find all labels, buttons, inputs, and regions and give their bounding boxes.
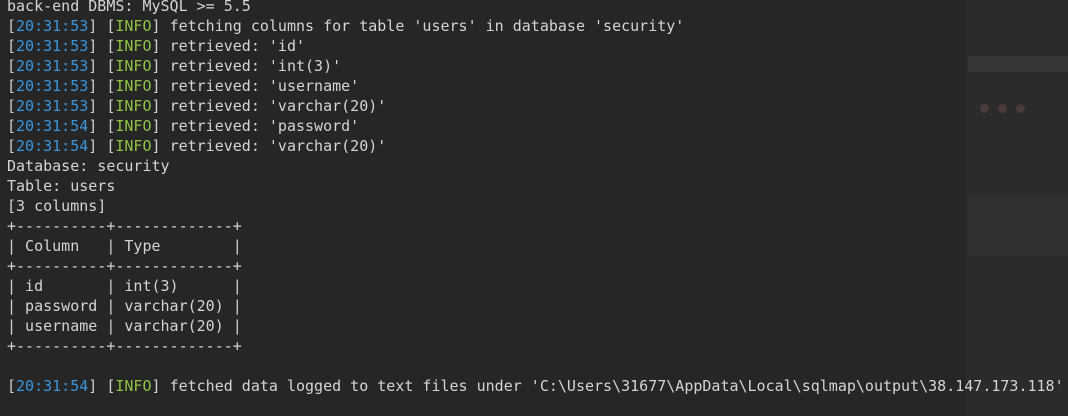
bracket: ] [88, 37, 107, 55]
bracket: [ [7, 37, 17, 55]
log-level: INFO [115, 17, 152, 35]
timestamp: 20:31:54 [16, 377, 89, 395]
bracket: ] [88, 77, 107, 95]
log-message: fetching columns for table 'users' in da… [169, 17, 685, 35]
bracket: [ [7, 77, 17, 95]
bracket: [ [7, 97, 17, 115]
log-line: [20:31:53] [INFO] retrieved: 'username' [7, 76, 1064, 96]
timestamp: 20:31:54 [16, 137, 89, 155]
log-level: INFO [115, 77, 152, 95]
terminal-output[interactable]: back-end DBMS: MySQL >= 5.5 [20:31:53] [ I… [7, 0, 1064, 396]
log-message: retrieved: 'varchar(20)' [169, 97, 387, 115]
bracket: ] [151, 137, 170, 155]
log-level: INFO [115, 37, 152, 55]
output-line: back-end DBMS: MySQL >= 5.5 [7, 0, 251, 15]
bracket: [ [7, 377, 17, 395]
output-line: +----------+-------------+ [7, 337, 242, 355]
log-line: [20:31:54] [INFO] retrieved: 'varchar(20… [7, 136, 1064, 156]
bracket: [ [7, 117, 17, 135]
bracket: ] [151, 17, 170, 35]
log-message: retrieved: 'int(3)' [169, 57, 342, 75]
bracket: ] [151, 117, 170, 135]
bracket: ] [151, 97, 170, 115]
log-level: INFO [115, 377, 152, 395]
bracket: [ [7, 137, 17, 155]
bracket: ] [151, 77, 170, 95]
log-message: fetched data logged to text files under … [169, 377, 1064, 395]
log-line: [20:31:53] [INFO] retrieved: 'int(3)' [7, 56, 1064, 76]
bracket: ] [88, 57, 107, 75]
bracket: ] [88, 377, 107, 395]
log-message: retrieved: 'id' [169, 37, 306, 55]
output-line: | id | int(3) | [7, 277, 242, 295]
timestamp: 20:31:53 [16, 37, 89, 55]
timestamp: 20:31:54 [16, 117, 89, 135]
timestamp: 20:31:53 [16, 57, 89, 75]
output-line: +----------+-------------+ [7, 217, 242, 235]
log-level: INFO [115, 97, 152, 115]
output-line: | username | varchar(20) | [7, 317, 242, 335]
bracket: ] [151, 37, 170, 55]
log-message: retrieved: 'username' [169, 77, 360, 95]
log-level: INFO [115, 117, 152, 135]
log-line: [20:31:54] [INFO] retrieved: 'password' [7, 116, 1064, 136]
output-line: | password | varchar(20) | [7, 297, 242, 315]
output-line: +----------+-------------+ [7, 257, 242, 275]
log-line: [20:31:53] [INFO] retrieved: 'id' [7, 36, 1064, 56]
log-line: [20:31:54] [INFO] fetched data logged to… [7, 376, 1064, 396]
bracket: ] [151, 57, 170, 75]
log-line: [20:31:53] [INFO] fetching columns for t… [7, 16, 1064, 36]
output-line: | Column | Type | [7, 237, 242, 255]
timestamp: 20:31:53 [16, 77, 89, 95]
bracket: ] [88, 117, 107, 135]
bracket: ] [88, 137, 107, 155]
log-level: INFO [115, 57, 152, 75]
output-line: Table: users [7, 177, 116, 195]
timestamp: 20:31:53 [16, 17, 89, 35]
bracket: ] [88, 17, 107, 35]
bracket: ] [88, 97, 107, 115]
log-message: retrieved: 'password' [169, 117, 360, 135]
log-message: retrieved: 'varchar(20)' [169, 137, 387, 155]
timestamp: 20:31:53 [16, 97, 89, 115]
output-line: Database: security [7, 157, 170, 175]
bracket: ] [151, 377, 170, 395]
log-line: [20:31:53] [INFO] retrieved: 'varchar(20… [7, 96, 1064, 116]
log-level: INFO [115, 137, 152, 155]
terminal-window[interactable]: back-end DBMS: MySQL >= 5.5 [20:31:53] [ I… [0, 0, 1068, 416]
bracket: [ [7, 57, 17, 75]
output-line: [3 columns] [7, 197, 107, 215]
bracket: [ [7, 17, 17, 35]
